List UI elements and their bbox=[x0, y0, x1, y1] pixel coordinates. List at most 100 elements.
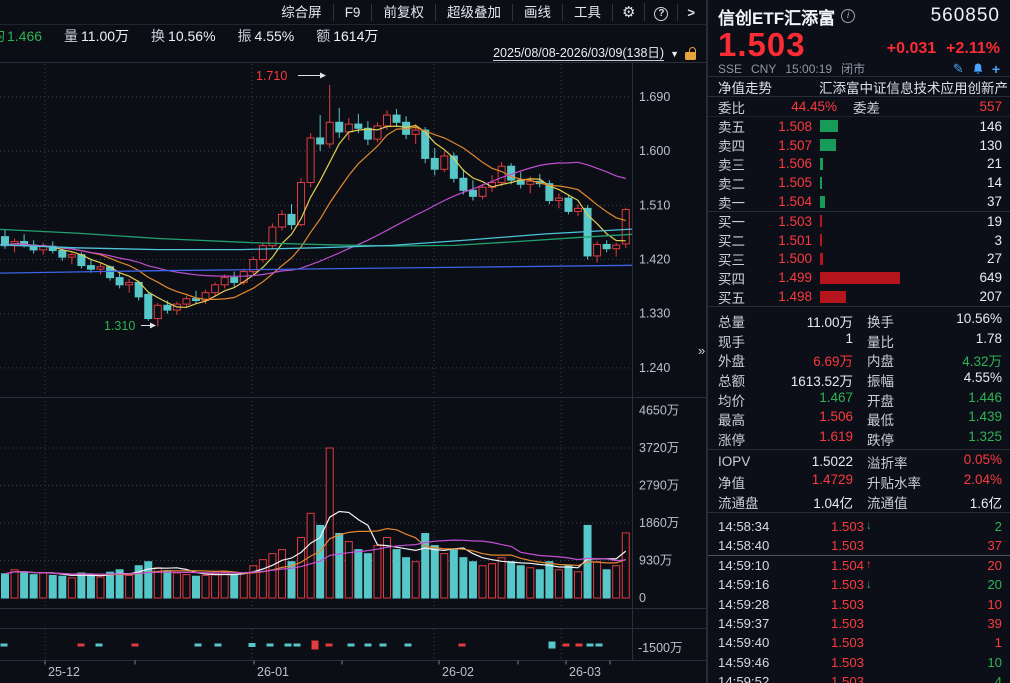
order-book-row[interactable]: 卖一1.50437 bbox=[708, 192, 1010, 211]
order-book-row[interactable]: 买一1.50319 bbox=[708, 212, 1010, 231]
order-book-row[interactable]: 卖三1.50621 bbox=[708, 155, 1010, 174]
menu-item[interactable]: 画线 bbox=[512, 4, 562, 21]
order-book-row[interactable]: 卖二1.50514 bbox=[708, 173, 1010, 192]
level-price: 1.506 bbox=[760, 156, 812, 171]
stat-label: 流通值 bbox=[867, 492, 908, 512]
nav-trend-tab[interactable]: 净值走势 汇添富中证信息技术应用创新产 bbox=[708, 76, 1010, 97]
level-price: 1.499 bbox=[760, 270, 812, 285]
quote-time: 15:00:19 bbox=[785, 62, 832, 76]
stock-code: 560850 bbox=[931, 5, 1000, 27]
stat-value: 11.00万 bbox=[807, 311, 853, 331]
tick-price: 1.503 bbox=[802, 597, 864, 612]
level-label: 买三 bbox=[718, 249, 760, 269]
level-bar-fill bbox=[820, 215, 822, 227]
collapse-panel-icon[interactable]: » bbox=[698, 343, 705, 358]
help-icon[interactable]: ? bbox=[644, 3, 677, 21]
svg-text:1.690: 1.690 bbox=[639, 90, 670, 104]
menu-item[interactable]: 综合屏 bbox=[270, 4, 333, 21]
alert-bell-icon[interactable] bbox=[972, 63, 984, 75]
summary-stats: 量11.00万换10.56%振4.55%额1614万 bbox=[42, 26, 378, 46]
svg-text:3720万: 3720万 bbox=[639, 441, 679, 455]
add-icon[interactable]: + bbox=[992, 63, 1000, 75]
avg-label: 均 bbox=[0, 28, 5, 44]
stat-label: 外盘 bbox=[718, 350, 745, 370]
stat-label: 振 bbox=[238, 28, 252, 44]
gear-icon[interactable]: ⚙ bbox=[612, 4, 644, 21]
level-label: 卖四 bbox=[718, 135, 760, 155]
unlock-icon[interactable] bbox=[685, 47, 698, 60]
level-qty: 649 bbox=[904, 270, 1002, 285]
stat-value: 1.439 bbox=[968, 409, 1002, 429]
date-range[interactable]: 2025/08/08-2026/03/09(138日) bbox=[493, 46, 664, 61]
order-book-row[interactable]: 买四1.499 649 bbox=[708, 268, 1010, 287]
svg-text:930万: 930万 bbox=[639, 554, 672, 568]
tick-qty: 10 bbox=[880, 597, 1002, 612]
stat-cell: IOPV1.5022 bbox=[718, 454, 853, 469]
level-label: 买四 bbox=[718, 268, 760, 288]
level-price: 1.503 bbox=[760, 214, 812, 229]
tick-time: 14:59:28 bbox=[718, 597, 802, 612]
order-book-row[interactable]: 卖四1.507130 bbox=[708, 136, 1010, 155]
svg-text:1.510: 1.510 bbox=[639, 198, 670, 212]
svg-text:26-03: 26-03 bbox=[569, 665, 601, 679]
stat-label: 量比 bbox=[867, 331, 894, 351]
ask-levels: 卖五1.508146卖四1.507130卖三1.50621卖二1.50514卖一… bbox=[708, 117, 1010, 211]
exchange-label: SSE bbox=[718, 62, 742, 76]
kline-svg: 1.6901.6001.5101.4201.3301.2404650万3720万… bbox=[0, 62, 706, 683]
level-bar-fill bbox=[820, 177, 822, 189]
stat-cell: 开盘1.446 bbox=[867, 390, 1002, 410]
info-icon[interactable]: i bbox=[841, 9, 855, 23]
time-sales-list: 14:58:341.503↓214:58:401.5033714:59:101.… bbox=[708, 512, 1010, 683]
quote-panel: 信创ETF汇添富 i 560850 1.503 +0.031+2.11% SSE… bbox=[706, 0, 1010, 683]
stat-value: 1.04亿 bbox=[813, 492, 853, 512]
tick-price: 1.503 bbox=[802, 519, 864, 534]
level-qty: 207 bbox=[904, 289, 1002, 304]
tick-price: 1.503 bbox=[802, 577, 864, 592]
stat-label: 振幅 bbox=[867, 370, 894, 390]
order-book-row[interactable]: 买三1.50027 bbox=[708, 250, 1010, 269]
tick-price: 1.504 bbox=[802, 558, 864, 573]
tick-row: 14:59:461.50310 bbox=[708, 653, 1010, 672]
stat-value: 1.506 bbox=[819, 409, 853, 429]
change-percent: +2.11% bbox=[946, 40, 1000, 57]
stat-row: 净值1.4729升贴水率2.04% bbox=[708, 472, 1010, 492]
tick-row: 14:58:401.50337 bbox=[708, 536, 1010, 555]
level-bar bbox=[820, 196, 904, 208]
stat-value: 1.446 bbox=[968, 390, 1002, 410]
stat-row: 涨停1.619跌停1.325 bbox=[708, 429, 1010, 449]
nav-trend-label: 净值走势 bbox=[718, 77, 772, 97]
tick-qty: 39 bbox=[880, 616, 1002, 631]
price-change: +0.031+2.11% bbox=[877, 40, 1000, 61]
stat-label: 流通盘 bbox=[718, 492, 759, 512]
svg-text:1.600: 1.600 bbox=[639, 144, 670, 158]
menu-item[interactable]: 前复权 bbox=[371, 4, 435, 21]
kline-chart[interactable]: 1.6901.6001.5101.4201.3301.2404650万3720万… bbox=[0, 62, 706, 683]
svg-text:1.330: 1.330 bbox=[639, 307, 670, 321]
level-bar bbox=[820, 234, 904, 246]
stat-label: 最高 bbox=[718, 409, 745, 429]
menu-item[interactable]: 工具 bbox=[562, 4, 612, 21]
svg-text:4650万: 4650万 bbox=[639, 404, 679, 418]
level-bar bbox=[820, 177, 904, 189]
stat-value: 10.56% bbox=[956, 311, 1002, 331]
tick-qty: 1 bbox=[880, 635, 1002, 650]
tick-row: 14:59:521.5034 bbox=[708, 672, 1010, 683]
stat-cell: 涨停1.619 bbox=[718, 429, 853, 449]
order-book-row[interactable]: 买二1.5013 bbox=[708, 231, 1010, 250]
svg-text:1.240: 1.240 bbox=[639, 361, 670, 375]
menu-item[interactable]: 超级叠加 bbox=[435, 4, 512, 21]
edit-icon[interactable]: ✎ bbox=[953, 63, 964, 75]
stat-label: 量 bbox=[64, 28, 78, 44]
order-book-row[interactable]: 买五1.498207 bbox=[708, 287, 1010, 306]
menu-item[interactable]: F9 bbox=[333, 4, 372, 21]
stat-value: 4.55% bbox=[964, 370, 1002, 390]
level-qty: 146 bbox=[904, 119, 1002, 134]
dropdown-caret-icon[interactable]: ▼ bbox=[670, 49, 679, 59]
stat-cell: 总量11.00万 bbox=[718, 311, 853, 331]
iopv-section: IOPV1.5022溢折率0.05%净值1.4729升贴水率2.04%流通盘 1.… bbox=[708, 449, 1010, 512]
stat-row: IOPV1.5022溢折率0.05% bbox=[708, 452, 1010, 472]
more-arrow-icon[interactable]: > bbox=[677, 4, 704, 21]
order-book-row[interactable]: 卖五1.508146 bbox=[708, 117, 1010, 136]
level-bar bbox=[820, 215, 904, 227]
commission-ratio-row: 委比 44.45% 委差 557 bbox=[708, 97, 1010, 117]
